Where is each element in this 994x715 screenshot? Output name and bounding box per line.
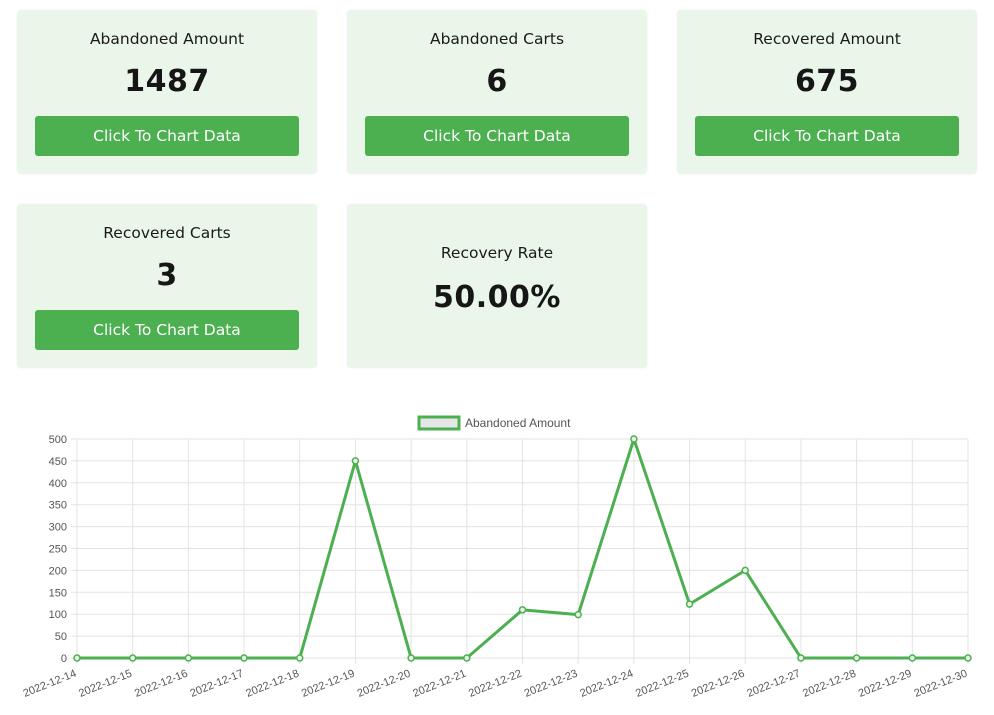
y-tick-label: 300 bbox=[49, 522, 67, 534]
card-title: Abandoned Amount bbox=[89, 30, 245, 48]
x-tick-label: 2022-12-22 bbox=[467, 668, 524, 700]
data-point[interactable] bbox=[240, 654, 248, 662]
card-title: Recovery Rate bbox=[440, 244, 554, 262]
y-tick-label: 250 bbox=[49, 544, 67, 556]
data-point[interactable] bbox=[852, 654, 861, 662]
x-tick-label: 2022-12-24 bbox=[578, 668, 635, 700]
y-tick-label: 100 bbox=[49, 609, 67, 621]
data-point[interactable] bbox=[741, 566, 749, 575]
data-point[interactable] bbox=[574, 610, 582, 619]
x-tick-label: 2022-12-26 bbox=[690, 668, 747, 700]
y-tick-label: 450 bbox=[49, 456, 67, 468]
card-abandoned-carts: Abandoned Carts 6 Click To Chart Data bbox=[347, 10, 647, 174]
y-tick-label: 400 bbox=[49, 478, 67, 490]
x-tick-label: 2022-12-16 bbox=[133, 668, 190, 700]
card-value: 1487 bbox=[124, 64, 210, 99]
x-tick-label: 2022-12-19 bbox=[300, 668, 357, 700]
data-point[interactable] bbox=[296, 654, 304, 662]
data-point[interactable] bbox=[964, 654, 972, 662]
data-point[interactable] bbox=[407, 654, 415, 662]
card-recovery-rate: Recovery Rate 50.00% bbox=[347, 204, 647, 368]
x-tick-label: 2022-12-21 bbox=[411, 668, 468, 700]
card-recovered-carts: Recovered Carts 3 Click To Chart Data bbox=[17, 204, 317, 368]
chart-data-button-abandoned-amount[interactable]: Click To Chart Data bbox=[35, 116, 299, 156]
card-title: Recovered Carts bbox=[103, 224, 231, 242]
line-chart: Abandoned Amount 0 50 100 150 200 250 300 350 40… bbox=[21, 415, 972, 700]
card-title: Recovered Amount bbox=[753, 30, 901, 48]
y-tick-label: 0 bbox=[61, 653, 67, 665]
card-title: Abandoned Carts bbox=[429, 30, 565, 48]
data-point[interactable] bbox=[463, 654, 471, 662]
data-point[interactable] bbox=[73, 654, 81, 662]
data-point[interactable] bbox=[685, 600, 694, 608]
card-recovered-amount: Recovered Amount 675 Click To Chart Data bbox=[677, 10, 977, 174]
x-tick-label: 2022-12-28 bbox=[801, 668, 858, 700]
y-tick-label: 500 bbox=[49, 434, 67, 446]
data-point[interactable] bbox=[351, 457, 360, 465]
x-tick-label: 2022-12-14 bbox=[21, 668, 78, 700]
y-tick-label: 350 bbox=[49, 500, 67, 512]
card-abandoned-amount: Abandoned Amount 1487 Click To Chart Dat… bbox=[17, 10, 317, 174]
x-tick-label: 2022-12-29 bbox=[857, 668, 914, 700]
y-tick-label: 50 bbox=[55, 631, 67, 643]
y-tick-label: 200 bbox=[49, 565, 67, 577]
x-tick-label: 2022-12-20 bbox=[356, 668, 413, 700]
data-point[interactable] bbox=[797, 654, 805, 662]
card-value: 50.00% bbox=[433, 280, 561, 315]
y-tick-label: 150 bbox=[49, 587, 67, 599]
x-tick-label: 2022-12-17 bbox=[189, 668, 246, 700]
legend-swatch[interactable] bbox=[417, 415, 461, 431]
x-tick-label: 2022-12-27 bbox=[745, 668, 802, 700]
y-axis: 0 50 100 150 200 250 300 350 400 450 500 bbox=[49, 434, 67, 665]
card-value: 675 bbox=[794, 64, 860, 99]
x-tick-label: 2022-12-18 bbox=[244, 668, 301, 700]
card-value: 6 bbox=[486, 64, 508, 99]
chart-data-button-recovered-carts[interactable]: Click To Chart Data bbox=[35, 310, 299, 350]
chart-data-button-abandoned-carts[interactable]: Click To Chart Data bbox=[365, 116, 629, 156]
data-point[interactable] bbox=[518, 606, 527, 614]
data-point[interactable] bbox=[128, 654, 137, 662]
x-tick-label: 2022-12-25 bbox=[634, 668, 691, 700]
legend-label[interactable]: Abandoned Amount bbox=[465, 416, 571, 430]
chart-grid bbox=[71, 438, 969, 664]
chart-legend[interactable]: Abandoned Amount bbox=[417, 415, 571, 431]
x-tick-label: 2022-12-23 bbox=[523, 668, 580, 700]
x-axis: 2022-12-14 2022-12-15 2022-12-16 2022-12-17… bbox=[21, 668, 969, 700]
x-tick-label: 2022-12-15 bbox=[77, 668, 134, 700]
x-tick-label: 2022-12-30 bbox=[912, 668, 969, 700]
data-point[interactable] bbox=[630, 435, 638, 443]
data-point[interactable] bbox=[908, 654, 917, 662]
card-value: 3 bbox=[156, 258, 178, 293]
data-point[interactable] bbox=[184, 654, 193, 662]
chart-data-button-recovered-amount[interactable]: Click To Chart Data bbox=[695, 116, 959, 156]
